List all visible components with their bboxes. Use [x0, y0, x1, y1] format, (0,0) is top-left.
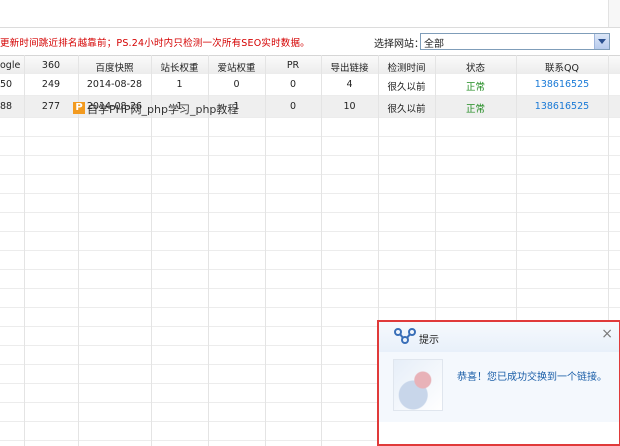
empty-row: [0, 156, 620, 175]
top-bar-edge: [608, 0, 620, 27]
cell-check-time: 很久以前: [387, 104, 426, 115]
header-check-time: 检测时间: [387, 63, 426, 74]
empty-row: [0, 270, 620, 289]
header-admin-weight: 站长权重: [160, 63, 199, 74]
site-select[interactable]: 全部: [420, 33, 610, 50]
cell-check-time: 很久以前: [387, 82, 426, 93]
cell-360: 277: [41, 101, 61, 112]
header-contact-qq: 联系QQ: [545, 63, 579, 74]
cell-status: 正常: [465, 82, 485, 93]
cell-pr: 0: [289, 79, 297, 90]
top-bar: [0, 0, 620, 28]
empty-row: [0, 137, 620, 156]
header-pr: PR: [286, 60, 300, 71]
header-google: ogle: [0, 60, 21, 71]
notice-text: 更新时间跳近排名越靠前；PS.24小时内只检测一次所有SEO实时数据。: [0, 38, 310, 49]
header-status: 状态: [465, 63, 485, 74]
notification-popup: 提示 × 恭喜！您已成功交换到一个链接。: [377, 320, 620, 446]
popup-footer: [379, 422, 619, 444]
empty-row: [0, 289, 620, 308]
popup-title: 提示: [419, 335, 439, 346]
empty-row: [0, 232, 620, 251]
popup-message: 恭喜！您已成功交换到一个链接。: [457, 372, 607, 383]
cell-outbound-links: 4: [346, 79, 353, 90]
cell-google: 88: [0, 101, 13, 112]
empty-row: [0, 213, 620, 232]
cell-admin-weight: 1: [176, 79, 183, 90]
site-select-label: 选择网站：: [374, 39, 424, 50]
header-aizhan-weight: 爱站权重: [217, 63, 256, 74]
table-header-row: ogle 360 百度快照 站长权重 爱站权重 PR 导出链接 检测时间 状态 …: [0, 55, 620, 75]
cell-status: 正常: [465, 104, 485, 115]
cell-outbound-links: 10: [343, 101, 356, 112]
empty-row: [0, 251, 620, 270]
cell-aizhan-weight: 0: [233, 79, 240, 90]
cell-pr: 0: [289, 101, 297, 112]
empty-row: [0, 118, 620, 137]
grid-line: [321, 55, 322, 446]
cell-contact-qq[interactable]: 138616525: [516, 101, 608, 112]
watermark-logo: P: [73, 102, 85, 114]
table-row: 50 249 2014-08-28 1 0 0 4 很久以前 正常 138616…: [0, 74, 620, 96]
cell-360: 249: [41, 79, 61, 90]
header-outbound-links: 导出链接: [330, 63, 369, 74]
popup-header: 提示 ×: [379, 322, 619, 352]
watermark-text: 自学PHP网_php学习_php教程: [87, 103, 239, 116]
site-select-value: 全部: [424, 39, 444, 50]
chevron-down-icon[interactable]: [594, 34, 609, 49]
grid-line: [24, 55, 25, 446]
empty-row: [0, 194, 620, 213]
anime-girl-image: [393, 359, 443, 411]
cell-google: 50: [0, 79, 13, 90]
link-icon: [394, 328, 416, 344]
cell-contact-qq[interactable]: 138616525: [516, 79, 608, 90]
cell-baidu-snapshot: 2014-08-28: [86, 79, 143, 90]
header-baidu-snapshot: 百度快照: [95, 63, 134, 74]
header-360: 360: [41, 60, 61, 71]
close-icon[interactable]: ×: [601, 327, 613, 341]
empty-row: [0, 175, 620, 194]
grid-line: [265, 55, 266, 446]
